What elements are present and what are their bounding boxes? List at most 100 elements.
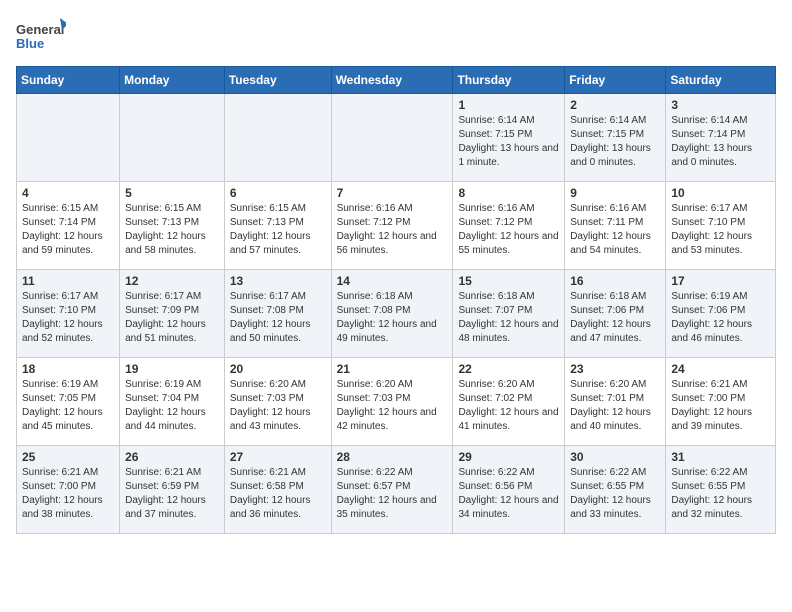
day-header-sunday: Sunday: [17, 67, 120, 94]
day-number: 6: [230, 186, 326, 200]
calendar-day-26: 26 Sunrise: 6:21 AM Sunset: 6:59 PM Dayli…: [120, 446, 225, 534]
day-number: 14: [337, 274, 448, 288]
day-number: 24: [671, 362, 770, 376]
calendar-day-3: 3 Sunrise: 6:14 AM Sunset: 7:14 PM Daylig…: [666, 94, 776, 182]
calendar-day-9: 9Sunrise: 6:16 AM Sunset: 7:11 PM Daylig…: [565, 182, 666, 270]
day-info: Sunrise: 6:22 AM Sunset: 6:55 PM Dayligh…: [570, 466, 660, 522]
day-number: 22: [458, 362, 559, 376]
day-header-monday: Monday: [120, 67, 225, 94]
day-number: 28: [337, 450, 448, 464]
day-number: 3: [671, 98, 770, 112]
day-info: Sunrise: 6:18 AM Sunset: 7:06 PM Dayligh…: [570, 290, 660, 346]
calendar-day-12: 12 Sunrise: 6:17 AM Sunset: 7:09 PM Dayli…: [120, 270, 225, 358]
day-info: Sunrise: 6:22 AM Sunset: 6:55 PM Dayligh…: [671, 466, 770, 522]
calendar-day-19: 19 Sunrise: 6:19 AM Sunset: 7:04 PM Dayli…: [120, 358, 225, 446]
day-info: Sunrise: 6:20 AM Sunset: 7:03 PM Dayligh…: [337, 378, 448, 434]
empty-day: [120, 94, 225, 182]
day-number: 26: [125, 450, 219, 464]
header: General Blue: [16, 16, 776, 58]
empty-day: [224, 94, 331, 182]
day-number: 23: [570, 362, 660, 376]
day-number: 10: [671, 186, 770, 200]
empty-day: [331, 94, 453, 182]
day-info: Sunrise: 6:18 AM Sunset: 7:07 PM Dayligh…: [458, 290, 559, 346]
day-info: Sunrise: 6:19 AM Sunset: 7:05 PM Dayligh…: [22, 378, 114, 434]
day-info: Sunrise: 6:20 AM Sunset: 7:03 PM Dayligh…: [230, 378, 326, 434]
day-number: 30: [570, 450, 660, 464]
day-info: Sunrise: 6:18 AM Sunset: 7:08 PM Dayligh…: [337, 290, 448, 346]
calendar-day-20: 20 Sunrise: 6:20 AM Sunset: 7:03 PM Dayli…: [224, 358, 331, 446]
logo: General Blue: [16, 16, 66, 58]
day-info: Sunrise: 6:19 AM Sunset: 7:06 PM Dayligh…: [671, 290, 770, 346]
calendar-day-7: 7Sunrise: 6:16 AM Sunset: 7:12 PM Daylig…: [331, 182, 453, 270]
svg-text:Blue: Blue: [16, 36, 44, 51]
day-number: 2: [570, 98, 660, 112]
day-header-saturday: Saturday: [666, 67, 776, 94]
calendar-day-4: 4 Sunrise: 6:15 AM Sunset: 7:14 PM Daylig…: [17, 182, 120, 270]
empty-day: [17, 94, 120, 182]
day-number: 7: [337, 186, 448, 200]
calendar-day-30: 30 Sunrise: 6:22 AM Sunset: 6:55 PM Dayli…: [565, 446, 666, 534]
calendar-day-10: 10 Sunrise: 6:17 AM Sunset: 7:10 PM Dayli…: [666, 182, 776, 270]
day-info: Sunrise: 6:19 AM Sunset: 7:04 PM Dayligh…: [125, 378, 219, 434]
calendar-day-25: 25 Sunrise: 6:21 AM Sunset: 7:00 PM Dayli…: [17, 446, 120, 534]
day-number: 27: [230, 450, 326, 464]
day-info: Sunrise: 6:20 AM Sunset: 7:02 PM Dayligh…: [458, 378, 559, 434]
calendar-day-11: 11Sunrise: 6:17 AM Sunset: 7:10 PM Dayli…: [17, 270, 120, 358]
day-header-friday: Friday: [565, 67, 666, 94]
calendar-day-8: 8 Sunrise: 6:16 AM Sunset: 7:12 PM Daylig…: [453, 182, 565, 270]
day-number: 21: [337, 362, 448, 376]
day-header-wednesday: Wednesday: [331, 67, 453, 94]
svg-text:General: General: [16, 22, 64, 37]
day-info: Sunrise: 6:22 AM Sunset: 6:57 PM Dayligh…: [337, 466, 448, 522]
calendar-day-31: 31Sunrise: 6:22 AM Sunset: 6:55 PM Dayli…: [666, 446, 776, 534]
day-number: 18: [22, 362, 114, 376]
day-number: 12: [125, 274, 219, 288]
day-info: Sunrise: 6:22 AM Sunset: 6:56 PM Dayligh…: [458, 466, 559, 522]
calendar-day-18: 18 Sunrise: 6:19 AM Sunset: 7:05 PM Dayli…: [17, 358, 120, 446]
day-number: 29: [458, 450, 559, 464]
day-info: Sunrise: 6:15 AM Sunset: 7:13 PM Dayligh…: [125, 202, 219, 258]
day-info: Sunrise: 6:21 AM Sunset: 6:58 PM Dayligh…: [230, 466, 326, 522]
day-info: Sunrise: 6:14 AM Sunset: 7:14 PM Dayligh…: [671, 114, 770, 170]
day-info: Sunrise: 6:17 AM Sunset: 7:10 PM Dayligh…: [671, 202, 770, 258]
calendar-week-row: 18 Sunrise: 6:19 AM Sunset: 7:05 PM Dayli…: [17, 358, 776, 446]
calendar-day-24: 24 Sunrise: 6:21 AM Sunset: 7:00 PM Dayli…: [666, 358, 776, 446]
day-header-thursday: Thursday: [453, 67, 565, 94]
calendar-day-28: 28 Sunrise: 6:22 AM Sunset: 6:57 PM Dayli…: [331, 446, 453, 534]
day-info: Sunrise: 6:16 AM Sunset: 7:12 PM Dayligh…: [458, 202, 559, 258]
day-number: 19: [125, 362, 219, 376]
calendar-day-23: 23Sunrise: 6:20 AM Sunset: 7:01 PM Dayli…: [565, 358, 666, 446]
calendar-day-16: 16 Sunrise: 6:18 AM Sunset: 7:06 PM Dayli…: [565, 270, 666, 358]
day-info: Sunrise: 6:17 AM Sunset: 7:08 PM Dayligh…: [230, 290, 326, 346]
calendar-header-row: SundayMondayTuesdayWednesdayThursdayFrid…: [17, 67, 776, 94]
day-info: Sunrise: 6:21 AM Sunset: 6:59 PM Dayligh…: [125, 466, 219, 522]
calendar-table: SundayMondayTuesdayWednesdayThursdayFrid…: [16, 66, 776, 534]
day-number: 4: [22, 186, 114, 200]
logo-svg: General Blue: [16, 16, 66, 58]
day-info: Sunrise: 6:21 AM Sunset: 7:00 PM Dayligh…: [22, 466, 114, 522]
calendar-day-15: 15 Sunrise: 6:18 AM Sunset: 7:07 PM Dayli…: [453, 270, 565, 358]
day-header-tuesday: Tuesday: [224, 67, 331, 94]
calendar-day-17: 17 Sunrise: 6:19 AM Sunset: 7:06 PM Dayli…: [666, 270, 776, 358]
day-number: 25: [22, 450, 114, 464]
day-info: Sunrise: 6:14 AM Sunset: 7:15 PM Dayligh…: [570, 114, 660, 170]
day-number: 15: [458, 274, 559, 288]
day-info: Sunrise: 6:15 AM Sunset: 7:13 PM Dayligh…: [230, 202, 326, 258]
calendar-day-1: 1Sunrise: 6:14 AM Sunset: 7:15 PM Daylig…: [453, 94, 565, 182]
day-info: Sunrise: 6:17 AM Sunset: 7:09 PM Dayligh…: [125, 290, 219, 346]
day-number: 17: [671, 274, 770, 288]
day-info: Sunrise: 6:16 AM Sunset: 7:11 PM Dayligh…: [570, 202, 660, 258]
calendar-day-21: 21 Sunrise: 6:20 AM Sunset: 7:03 PM Dayli…: [331, 358, 453, 446]
day-number: 20: [230, 362, 326, 376]
day-number: 8: [458, 186, 559, 200]
day-info: Sunrise: 6:21 AM Sunset: 7:00 PM Dayligh…: [671, 378, 770, 434]
calendar-day-14: 14 Sunrise: 6:18 AM Sunset: 7:08 PM Dayli…: [331, 270, 453, 358]
day-number: 1: [458, 98, 559, 112]
calendar-week-row: 4 Sunrise: 6:15 AM Sunset: 7:14 PM Daylig…: [17, 182, 776, 270]
day-info: Sunrise: 6:15 AM Sunset: 7:14 PM Dayligh…: [22, 202, 114, 258]
calendar-day-27: 27 Sunrise: 6:21 AM Sunset: 6:58 PM Dayli…: [224, 446, 331, 534]
day-number: 16: [570, 274, 660, 288]
day-number: 13: [230, 274, 326, 288]
calendar-day-5: 5Sunrise: 6:15 AM Sunset: 7:13 PM Daylig…: [120, 182, 225, 270]
